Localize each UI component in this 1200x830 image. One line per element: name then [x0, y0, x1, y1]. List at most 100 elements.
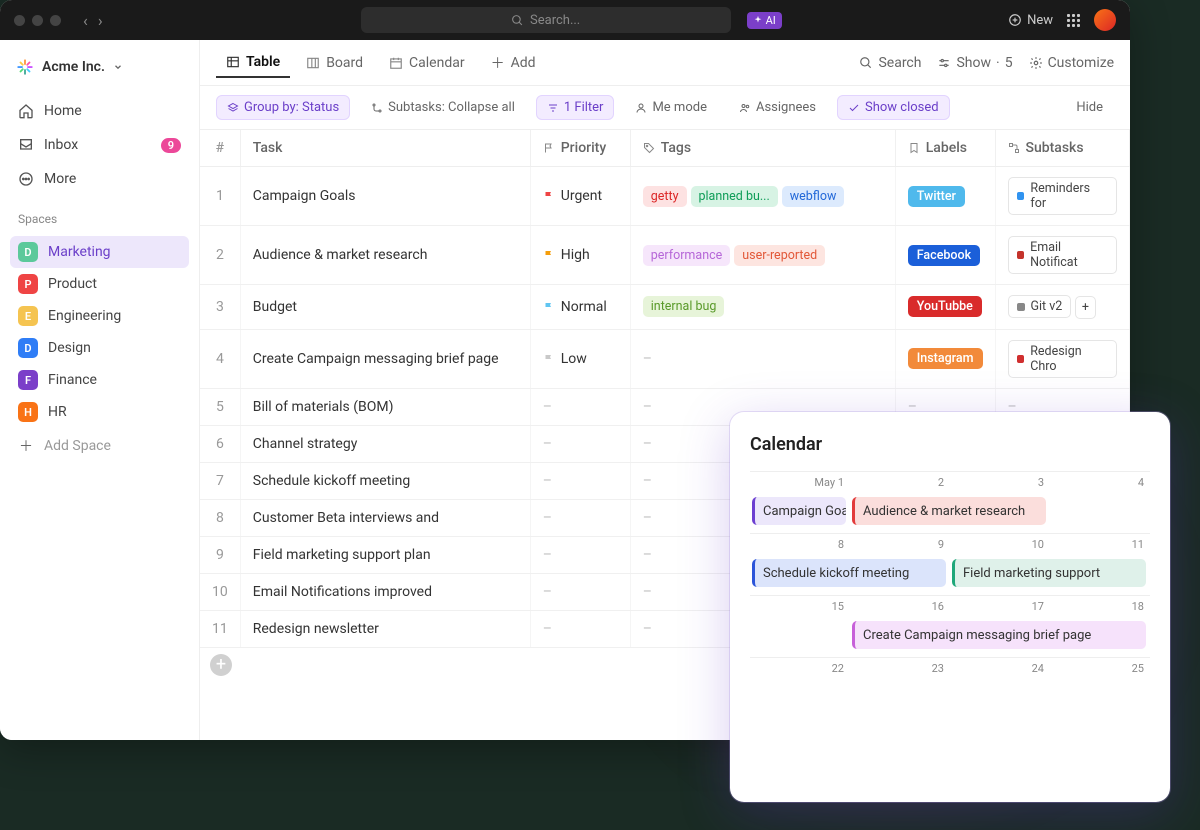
chip-assignees[interactable]: Assignees — [728, 95, 827, 120]
subtask-chip[interactable]: Reminders for — [1008, 177, 1118, 215]
calendar-event[interactable]: Audience & market research — [852, 497, 1046, 525]
calendar-date: 24 — [1032, 662, 1044, 675]
space-item-product[interactable]: PProduct — [10, 268, 189, 300]
task-name[interactable]: Campaign Goals — [240, 167, 530, 226]
task-name[interactable]: Create Campaign messaging brief page — [240, 329, 530, 388]
calendar-cell[interactable]: 4 — [1050, 471, 1150, 533]
chip-group-by[interactable]: Group by: Status — [216, 95, 350, 120]
calendar-cell[interactable]: 15 — [750, 595, 850, 657]
task-name[interactable]: Email Notifications improved — [240, 573, 530, 610]
chip-subtasks[interactable]: Subtasks: Collapse all — [360, 95, 526, 120]
tag-pill[interactable]: webflow — [782, 186, 845, 207]
tag-pill[interactable]: performance — [643, 245, 731, 266]
calendar-event[interactable]: Schedule kickoff meeting — [752, 559, 946, 587]
calendar-date: 11 — [1132, 538, 1144, 551]
toolbar-search[interactable]: Search — [859, 55, 921, 71]
tab-table[interactable]: Table — [216, 48, 290, 78]
task-name[interactable]: Customer Beta interviews and — [240, 499, 530, 536]
calendar-event[interactable]: Field marketing support — [952, 559, 1146, 587]
calendar-date: May 1 — [814, 476, 844, 489]
apps-icon[interactable] — [1067, 14, 1080, 27]
task-name[interactable]: Redesign newsletter — [240, 610, 530, 647]
priority-flag-icon — [543, 353, 555, 365]
nav-back-icon[interactable]: ‹ — [83, 11, 88, 30]
tag-pill[interactable]: planned bu... — [691, 186, 778, 207]
board-icon — [306, 56, 320, 70]
chip-filter[interactable]: 1 Filter — [536, 95, 615, 120]
task-name[interactable]: Schedule kickoff meeting — [240, 462, 530, 499]
tag-pill[interactable]: getty — [643, 186, 687, 207]
calendar-cell[interactable]: 23 — [850, 657, 950, 719]
label-pill[interactable]: Twitter — [908, 186, 965, 207]
inbox-icon — [18, 137, 34, 153]
label-pill[interactable]: Instagram — [908, 348, 983, 369]
chip-show-closed[interactable]: Show closed — [837, 95, 950, 120]
priority-flag-icon — [543, 301, 555, 313]
toolbar-customize[interactable]: Customize — [1029, 55, 1114, 71]
col-number[interactable]: # — [200, 130, 240, 167]
calendar-date: 4 — [1138, 476, 1144, 489]
col-task[interactable]: Task — [240, 130, 530, 167]
nav-more[interactable]: More — [10, 164, 189, 194]
space-item-hr[interactable]: HHR — [10, 396, 189, 428]
space-item-marketing[interactable]: DMarketing — [10, 236, 189, 268]
table-row[interactable]: 4 Create Campaign messaging brief page L… — [200, 329, 1130, 388]
space-label: Engineering — [48, 308, 121, 324]
nav-inbox[interactable]: Inbox 9 — [10, 130, 189, 160]
tab-board[interactable]: Board — [296, 49, 373, 77]
workspace-logo-icon — [16, 58, 34, 76]
col-tags[interactable]: Tags — [630, 130, 895, 167]
tab-add-view[interactable]: ＋ Add — [481, 47, 546, 79]
chip-me-mode[interactable]: Me mode — [624, 95, 718, 120]
label-pill[interactable]: YouTubbe — [908, 296, 982, 317]
subtask-chip[interactable]: Git v2 — [1008, 295, 1072, 318]
task-name[interactable]: Channel strategy — [240, 425, 530, 462]
sidebar: Acme Inc. Home Inbox 9 More Spaces DMark… — [0, 40, 200, 740]
new-button[interactable]: New — [1008, 13, 1053, 28]
col-labels[interactable]: Labels — [895, 130, 995, 167]
priority-flag-icon — [543, 249, 555, 261]
calendar-cell[interactable]: 25 — [1050, 657, 1150, 719]
user-avatar[interactable] — [1094, 9, 1116, 31]
calendar-cell[interactable]: 24 — [950, 657, 1050, 719]
subtask-chip[interactable]: Redesign Chro — [1008, 340, 1118, 378]
add-space-button[interactable]: ＋ Add Space — [10, 432, 189, 460]
toolbar-show[interactable]: Show · 5 — [937, 55, 1012, 71]
task-name[interactable]: Audience & market research — [240, 226, 530, 285]
task-name[interactable]: Budget — [240, 285, 530, 330]
tag-pill[interactable]: user-reported — [734, 245, 825, 266]
tag-pill[interactable]: internal bug — [643, 296, 725, 317]
filter-bar: Group by: Status Subtasks: Collapse all … — [200, 86, 1130, 130]
space-icon: D — [18, 338, 38, 358]
ai-button[interactable]: AI — [747, 12, 782, 29]
space-item-design[interactable]: DDesign — [10, 332, 189, 364]
space-item-engineering[interactable]: EEngineering — [10, 300, 189, 332]
table-icon — [226, 55, 240, 69]
calendar-icon — [389, 56, 403, 70]
nav-home[interactable]: Home — [10, 96, 189, 126]
col-priority[interactable]: Priority — [530, 130, 630, 167]
space-icon: D — [18, 242, 38, 262]
chevron-down-icon — [113, 62, 123, 72]
workspace-selector[interactable]: Acme Inc. — [10, 52, 189, 82]
table-row[interactable]: 1 Campaign Goals Urgent gettyplanned bu.… — [200, 167, 1130, 226]
calendar-event[interactable]: Campaign Goals — [752, 497, 846, 525]
check-icon — [848, 102, 860, 114]
table-row[interactable]: 2 Audience & market research High perfor… — [200, 226, 1130, 285]
chip-hide[interactable]: Hide — [1065, 95, 1114, 120]
label-pill[interactable]: Facebook — [908, 245, 980, 266]
nav-forward-icon[interactable]: › — [98, 11, 103, 30]
space-item-finance[interactable]: FFinance — [10, 364, 189, 396]
task-name[interactable]: Field marketing support plan — [240, 536, 530, 573]
tab-calendar[interactable]: Calendar — [379, 49, 475, 77]
add-row-button[interactable]: + — [210, 654, 232, 676]
col-subtasks[interactable]: Subtasks — [995, 130, 1130, 167]
global-search[interactable]: Search... — [361, 7, 731, 33]
calendar-event[interactable]: Create Campaign messaging brief page — [852, 621, 1146, 649]
window-controls[interactable] — [14, 15, 61, 26]
table-row[interactable]: 3 Budget Normal internal bug YouTubbe Gi… — [200, 285, 1130, 330]
task-name[interactable]: Bill of materials (BOM) — [240, 388, 530, 425]
calendar-cell[interactable]: 22 — [750, 657, 850, 719]
spaces-header: Spaces — [10, 198, 189, 232]
subtask-chip[interactable]: Email Notificat — [1008, 236, 1118, 274]
